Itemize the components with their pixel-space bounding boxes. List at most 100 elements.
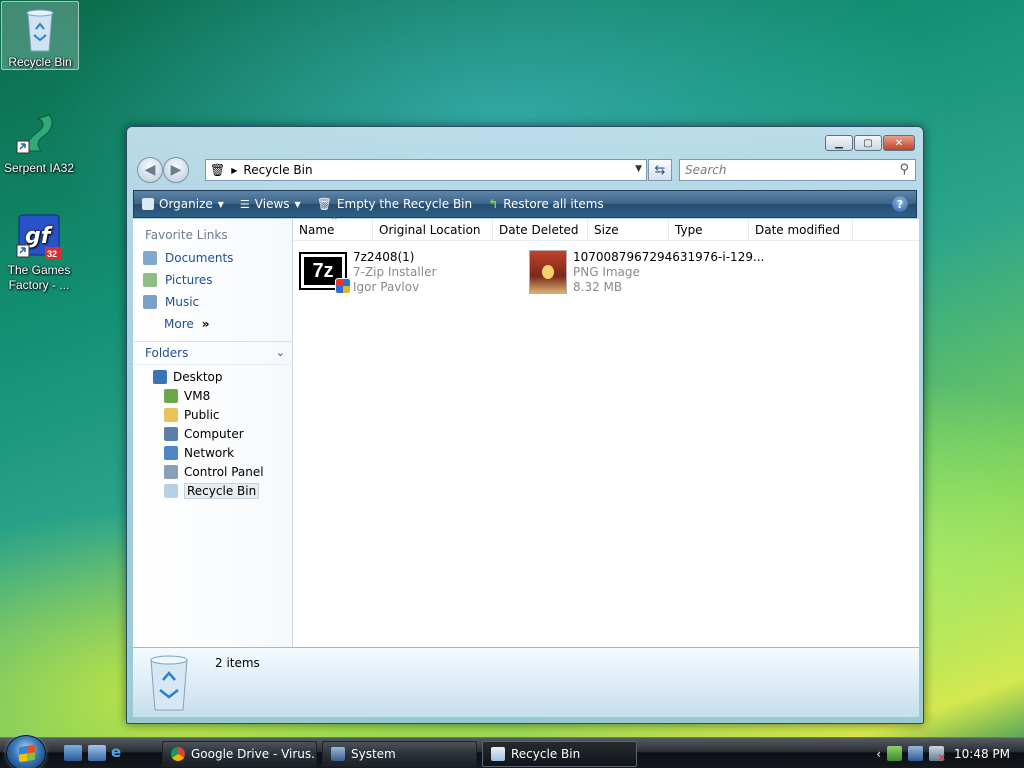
clock[interactable]: 10:48 PM [954,747,1010,761]
switch-windows-icon[interactable] [88,745,106,761]
column-label: Name [299,222,335,237]
desktop-icon-recycle-bin[interactable]: Recycle Bin [1,1,79,70]
user-folder-icon [164,388,178,403]
file-name: 1070087967294631976-i-129... [573,250,765,264]
taskbar-button-google-drive[interactable]: Google Drive - Virus... [162,741,317,767]
favorite-label: Music [165,295,200,309]
favorite-documents[interactable]: Documents [133,247,292,269]
system-icon [331,747,345,761]
start-button[interactable] [6,735,46,768]
tree-label: VM8 [184,388,211,403]
music-icon [143,295,157,309]
chevron-down-icon: ▼ [217,199,224,209]
column-label: Date Deleted [499,222,579,237]
tree-item-control-panel[interactable]: Control Panel [133,462,293,481]
more-favorites-link[interactable]: More » [133,313,292,335]
column-date-deleted[interactable]: Date Deleted [493,219,588,240]
file-item[interactable]: 7z 7z2408(1) 7-Zip Installer Igor Pavlov [299,250,436,295]
refresh-button[interactable]: ⇆ [648,159,672,181]
search-placeholder: Search [685,163,727,177]
games-factory-badge: 32 [47,249,58,259]
recycle-bin-icon [143,652,195,714]
column-name[interactable]: ^ Name [293,216,373,240]
desktop-icon-serpent[interactable]: Serpent IA32 [0,108,78,176]
column-date-modified[interactable]: Date modified [749,219,853,240]
search-input[interactable]: Search ⚲ [679,159,916,181]
control-panel-icon [164,464,178,479]
column-label: Size [594,222,619,237]
folders-title: Folders [145,346,189,360]
tree-label: Public [184,407,220,422]
tree-item-desktop[interactable]: Desktop [133,367,293,386]
navigation-bar: ◀ ▶ 🗑 ▶ Recycle Bin ▼ ⇆ Search ⚲ [135,157,916,183]
help-icon[interactable]: ? [892,196,908,212]
show-desktop-icon[interactable] [64,745,82,761]
chevron-down-icon: ▼ [294,199,301,209]
address-bar[interactable]: 🗑 ▶ Recycle Bin ▼ [205,159,647,181]
column-headers: ^ Name Original Location Date Deleted Si… [293,216,919,241]
forward-button[interactable]: ▶ [163,157,189,183]
minimize-button[interactable]: ▁ [825,135,853,151]
favorite-pictures[interactable]: Pictures [133,269,292,291]
taskbar-button-system[interactable]: System [322,741,477,767]
file-type: PNG Image [573,265,640,279]
tree-item-public[interactable]: Public [133,405,293,424]
double-chevron-right-icon: » [201,317,210,331]
chevron-down-icon[interactable]: ⌄ [276,346,285,359]
file-list: ^ Name Original Location Date Deleted Si… [293,216,919,647]
restore-all-button[interactable]: ↰ Restore all items [480,191,612,217]
display-icon[interactable] [908,746,923,761]
tree-item-network[interactable]: Network [133,443,293,462]
taskbar: e Google Drive - Virus... System Recycle… [0,735,1024,768]
sort-ascending-icon: ^ [331,216,338,225]
favorite-music[interactable]: Music [133,291,292,313]
column-type[interactable]: Type [669,219,749,240]
empty-recycle-bin-button[interactable]: 🗑 Empty the Recycle Bin [309,191,480,217]
views-label: Views [254,197,290,211]
favorite-label: Documents [165,251,234,265]
network-status-icon[interactable] [887,746,902,761]
restore-arrow-icon: ↰ [488,197,499,211]
7zip-installer-icon: 7z [299,252,351,294]
column-original-location[interactable]: Original Location [373,219,493,240]
taskbar-button-recycle-bin[interactable]: Recycle Bin [482,741,637,767]
column-label: Date modified [755,222,841,237]
breadcrumb-recycle-bin[interactable]: Recycle Bin [243,163,312,177]
tree-item-vm8[interactable]: VM8 [133,386,293,405]
folders-header[interactable]: Folders ⌄ [133,341,293,365]
system-tray: ‹ ✕ 10:48 PM [876,738,1024,768]
favorite-links-title: Favorite Links [145,228,228,242]
close-button[interactable]: ✕ [883,135,915,151]
search-icon[interactable]: ⚲ [899,162,909,177]
network-icon [164,445,178,460]
desktop-icon-games-factory[interactable]: gf 32 The Games Factory - ... [0,210,78,293]
views-button[interactable]: ☰ Views ▼ [232,191,309,217]
tree-label: Control Panel [184,464,264,479]
desktop-icon [153,369,167,384]
recycle-bin-icon [164,483,178,498]
back-button[interactable]: ◀ [137,157,163,183]
file-name: 7z2408(1) [353,250,415,264]
tree-item-computer[interactable]: Computer [133,424,293,443]
organize-label: Organize [159,197,213,211]
uac-shield-icon [335,278,351,294]
tree-label: Desktop [173,369,223,384]
file-type: 7-Zip Installer [353,265,437,279]
recycle-bin-icon: 🗑 [316,197,332,211]
column-size[interactable]: Size [588,219,669,240]
internet-explorer-icon[interactable]: e [111,743,129,761]
recycle-bin-icon [491,747,505,761]
taskbar-button-label: System [351,747,396,761]
recycle-bin-window[interactable]: ▁ ▢ ✕ ◀ ▶ 🗑 ▶ Recycle Bin ▼ ⇆ Search ⚲ O… [126,126,924,724]
organize-button[interactable]: Organize ▼ [134,191,232,217]
tree-item-recycle-bin[interactable]: Recycle Bin [133,481,293,500]
chevron-left-icon[interactable]: ‹ [876,747,881,761]
more-label: More [164,317,194,331]
file-item[interactable]: 1070087967294631976-i-129... PNG Image 8… [529,250,764,295]
maximize-button[interactable]: ▢ [854,135,882,151]
restore-all-label: Restore all items [503,197,604,211]
favorite-label: Pictures [165,273,213,287]
address-dropdown-icon[interactable]: ▼ [635,164,642,174]
volume-muted-icon[interactable]: ✕ [929,746,946,764]
taskbar-button-label: Recycle Bin [511,747,581,761]
